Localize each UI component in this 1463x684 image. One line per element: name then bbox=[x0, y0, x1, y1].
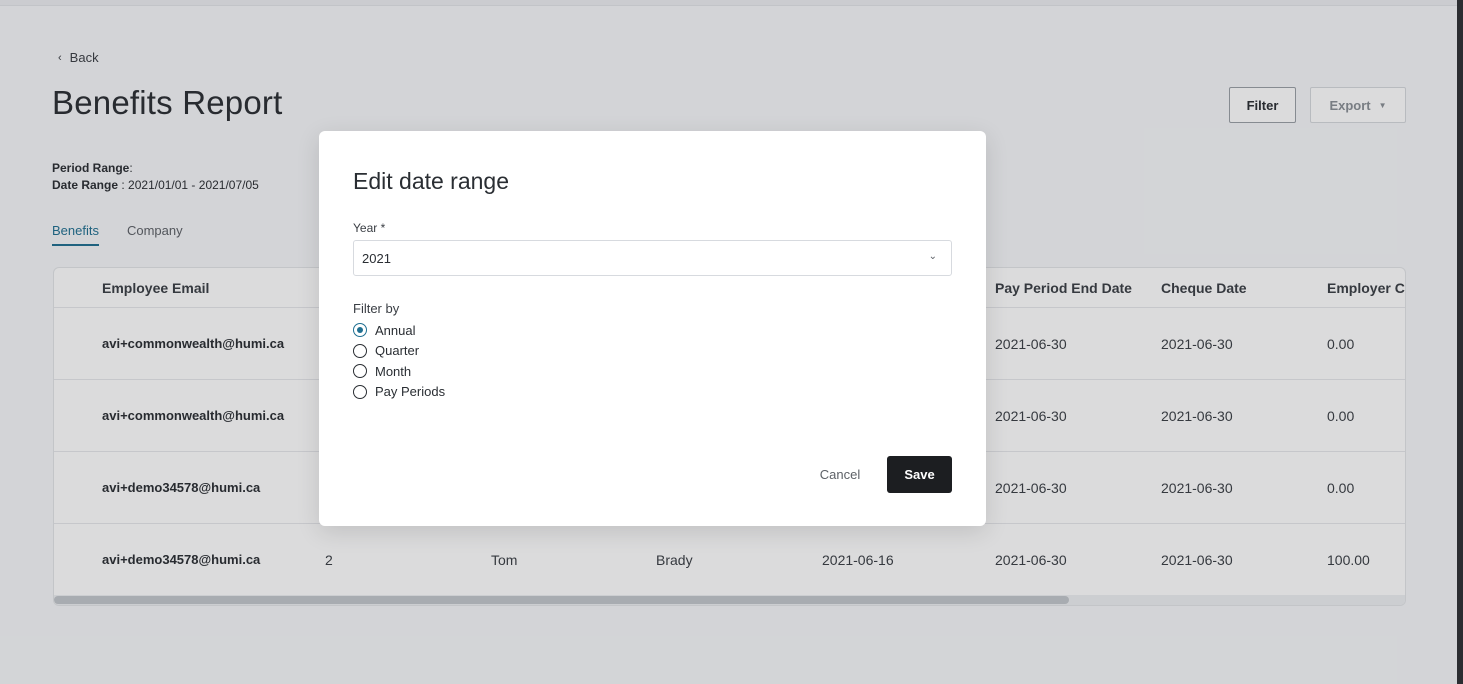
edit-date-range-dialog: Edit date range Year * 2021 ⌄ Filter by … bbox=[319, 131, 986, 526]
cancel-button[interactable]: Cancel bbox=[809, 456, 871, 492]
radio-checked-icon bbox=[353, 323, 367, 338]
year-label: Year * bbox=[353, 221, 386, 235]
chevron-down-icon: ⌄ bbox=[928, 251, 937, 262]
dialog-title: Edit date range bbox=[353, 168, 510, 194]
year-value: 2021 bbox=[362, 250, 391, 266]
save-button[interactable]: Save bbox=[887, 456, 952, 493]
radio-unchecked-icon bbox=[353, 384, 367, 399]
radio-label: Quarter bbox=[375, 343, 420, 359]
window-edge bbox=[1457, 0, 1463, 684]
year-select[interactable]: 2021 ⌄ bbox=[353, 240, 952, 276]
filter-by-options: Annual Quarter Month Pay Periods bbox=[353, 320, 445, 402]
radio-unchecked-icon bbox=[353, 343, 367, 358]
radio-label: Annual bbox=[375, 322, 416, 338]
benefits-report-page: ‹ Back Benefits Report Filter Export ▼ P… bbox=[0, 0, 1463, 684]
radio-label: Month bbox=[375, 363, 412, 379]
filter-by-label: Filter by bbox=[353, 301, 400, 316]
radio-pay-periods[interactable]: Pay Periods bbox=[353, 382, 445, 403]
radio-annual[interactable]: Annual bbox=[353, 320, 445, 341]
radio-month[interactable]: Month bbox=[353, 361, 445, 382]
radio-unchecked-icon bbox=[353, 364, 367, 379]
radio-quarter[interactable]: Quarter bbox=[353, 341, 445, 362]
radio-label: Pay Periods bbox=[375, 384, 446, 400]
